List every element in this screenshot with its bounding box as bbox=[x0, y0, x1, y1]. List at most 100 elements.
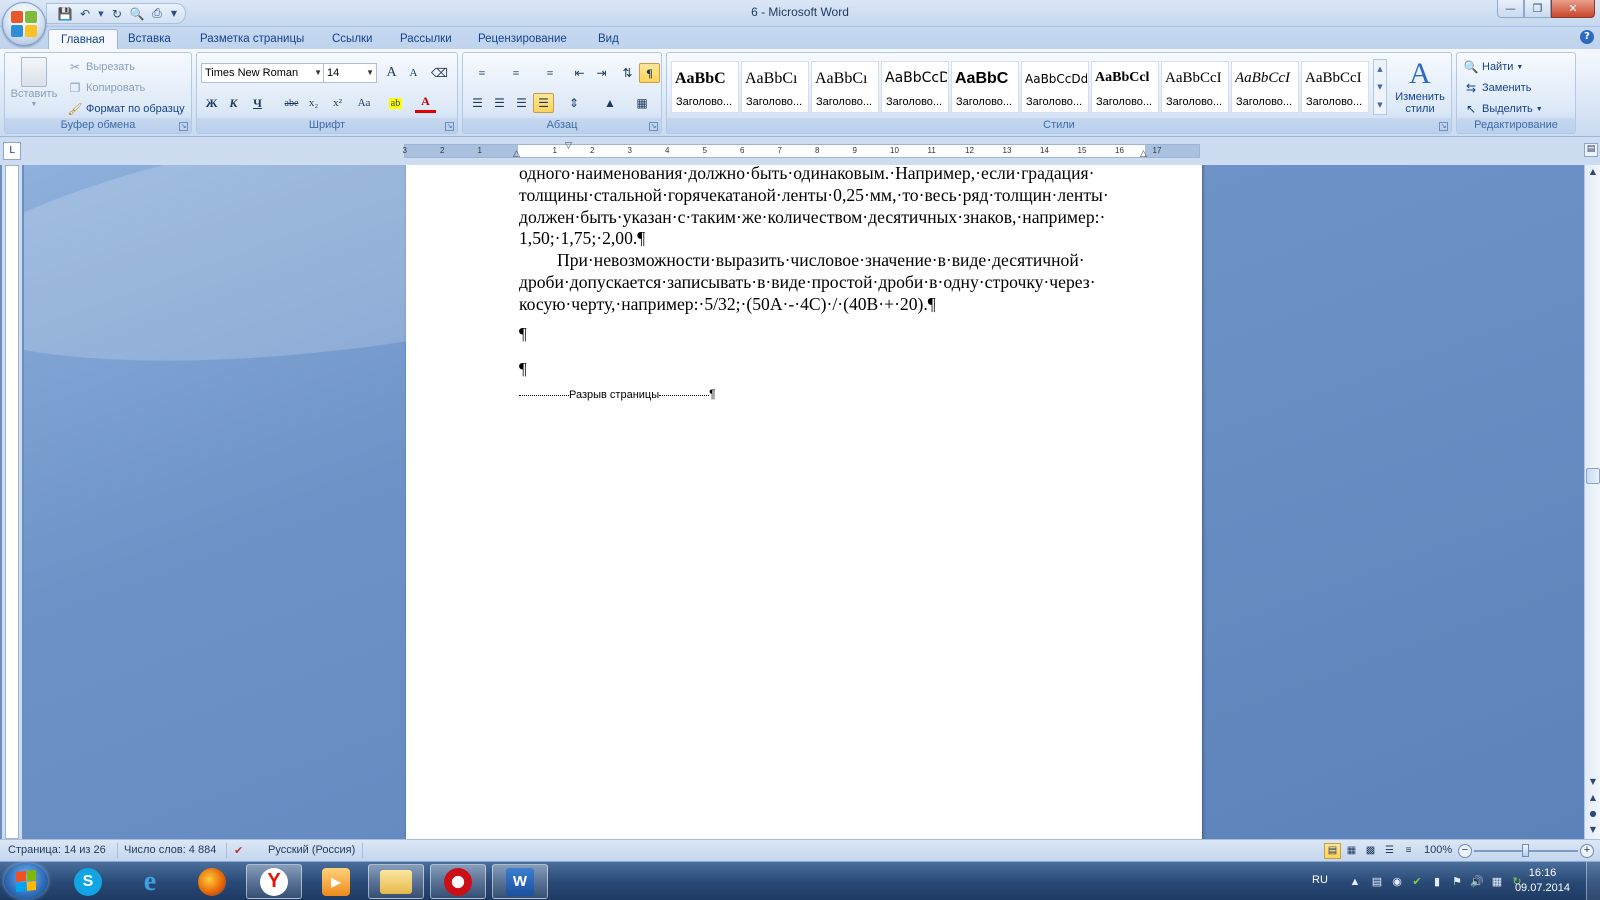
print-preview-icon[interactable]: 🔍 bbox=[129, 6, 145, 22]
shading-icon[interactable]: ▲ bbox=[595, 93, 625, 113]
find-button[interactable]: 🔍 Найти ▼ bbox=[1463, 59, 1524, 75]
network-icon[interactable]: ▦ bbox=[1490, 875, 1504, 889]
bold-button[interactable]: Ж bbox=[201, 93, 222, 113]
network-device-icon[interactable]: ▤ bbox=[1370, 875, 1384, 889]
style-tile[interactable]: AaBbCcI Заголово... bbox=[1231, 61, 1299, 113]
empty-paragraph[interactable]: ¶ bbox=[519, 316, 1145, 351]
document-body[interactable]: одного·наименования·должно·быть·одинаков… bbox=[519, 165, 1145, 386]
superscript-button[interactable]: x² bbox=[327, 93, 348, 113]
scroll-thumb[interactable] bbox=[1586, 468, 1600, 484]
outline-icon[interactable]: ☰ bbox=[1381, 843, 1398, 859]
highlight-icon[interactable]: ab bbox=[385, 93, 406, 113]
undo-dropdown-icon[interactable]: ▼ bbox=[97, 6, 105, 22]
taskbar-skype[interactable]: S bbox=[60, 864, 116, 899]
more-styles-icon[interactable]: ▼ bbox=[1374, 96, 1386, 114]
clear-format-icon[interactable]: ⌫ bbox=[429, 63, 450, 83]
customize-icon[interactable]: ▼ bbox=[169, 6, 179, 22]
zoom-slider-thumb[interactable] bbox=[1522, 844, 1529, 857]
office-button[interactable] bbox=[2, 2, 46, 46]
web-layout-icon[interactable]: ▩ bbox=[1362, 843, 1379, 859]
style-tile[interactable]: AaBbCcl Заголово... bbox=[1091, 61, 1159, 113]
action-center-icon[interactable]: ⚑ bbox=[1450, 875, 1464, 889]
right-indent-icon[interactable]: △ bbox=[1140, 149, 1147, 159]
paragraph[interactable]: одного·наименования·должно·быть·одинаков… bbox=[519, 165, 1145, 250]
subscript-button[interactable]: x₂ bbox=[303, 93, 324, 113]
language-indicator[interactable]: Русский (Россия) bbox=[268, 844, 355, 856]
font-color-button[interactable]: A bbox=[415, 93, 436, 113]
justify-icon[interactable]: ☰ bbox=[533, 93, 554, 113]
full-screen-reading-icon[interactable]: ▦ bbox=[1343, 843, 1360, 859]
line-spacing-icon[interactable]: ⇕ bbox=[559, 93, 589, 113]
undo-icon[interactable]: ↶ bbox=[77, 6, 93, 22]
numbering-icon[interactable]: ≡ bbox=[501, 63, 531, 83]
taskbar-ie[interactable]: e bbox=[122, 864, 178, 899]
minimize-button[interactable]: — bbox=[1497, 0, 1524, 18]
close-button[interactable]: ✕ bbox=[1551, 0, 1595, 18]
clipboard-launcher-icon[interactable]: ↘ bbox=[179, 122, 188, 131]
browse-object-icon[interactable]: ● bbox=[1586, 807, 1600, 821]
page-break[interactable]: Разрыв страницы ¶ bbox=[519, 387, 716, 401]
app-tray-icon[interactable]: ◉ bbox=[1390, 875, 1404, 889]
style-tile[interactable]: AaBbCcD Заголово... bbox=[881, 61, 949, 113]
scroll-up-icon[interactable]: ▲ bbox=[1586, 165, 1600, 179]
indent-marker-icon[interactable]: △ bbox=[513, 149, 520, 159]
first-line-indent-icon[interactable]: ▽ bbox=[565, 141, 572, 151]
shrink-font-button[interactable]: A bbox=[403, 63, 424, 83]
document-page[interactable]: одного·наименования·должно·быть·одинаков… bbox=[406, 165, 1202, 839]
taskbar-firefox[interactable] bbox=[184, 864, 240, 899]
view-ruler-icon[interactable]: ▤ bbox=[1584, 143, 1598, 157]
scroll-down-icon[interactable]: ▼ bbox=[1374, 78, 1386, 96]
taskbar-explorer[interactable] bbox=[368, 864, 424, 899]
change-styles-button[interactable]: A Изменить стили bbox=[1391, 57, 1449, 115]
paragraph-launcher-icon[interactable]: ↘ bbox=[649, 122, 658, 131]
style-tile[interactable]: AaBbC Заголово... bbox=[951, 61, 1019, 113]
page-count[interactable]: Страница: 14 из 26 bbox=[8, 844, 106, 856]
help-icon[interactable]: ? bbox=[1580, 30, 1594, 44]
save-icon[interactable]: 💾 bbox=[57, 6, 73, 22]
vertical-scrollbar[interactable]: ▲ ▼ ▲ ● ▼ bbox=[1584, 165, 1600, 839]
tab-home[interactable]: Главная bbox=[48, 29, 118, 49]
zoom-level[interactable]: 100% bbox=[1424, 844, 1452, 856]
taskbar-opera[interactable] bbox=[430, 864, 486, 899]
bullets-icon[interactable]: ≡ bbox=[467, 63, 497, 83]
grow-font-button[interactable]: A bbox=[381, 63, 402, 83]
paste-button[interactable]: Вставить ▼ bbox=[9, 57, 59, 108]
show-hidden-icons-icon[interactable]: ▲ bbox=[1348, 875, 1362, 889]
taskbar-yandex[interactable]: Y bbox=[246, 864, 302, 899]
horizontal-ruler[interactable]: 3 2 1 1 2 3 4 5 6 7 8 9 10 11 12 13 14 15 16 17 △ ▽ △ bbox=[403, 141, 1200, 159]
font-name-combo[interactable]: Times New Roman ▼ bbox=[201, 63, 325, 83]
style-tile[interactable]: AaBbCı Заголово... bbox=[741, 61, 809, 113]
scroll-up-icon[interactable]: ▲ bbox=[1374, 60, 1386, 78]
align-left-icon[interactable]: ☰ bbox=[467, 93, 488, 113]
format-painter-button[interactable]: 🖌 Формат по образцу bbox=[67, 101, 184, 117]
word-count[interactable]: Число слов: 4 884 bbox=[124, 844, 216, 856]
clock[interactable]: 16:16 09.07.2014 bbox=[1515, 866, 1570, 896]
volume-icon[interactable]: 🔊 bbox=[1470, 875, 1484, 889]
restore-button[interactable]: ❐ bbox=[1524, 0, 1551, 18]
quick-print-icon[interactable]: ⎙ bbox=[149, 6, 165, 22]
style-tile[interactable]: AaBbCcI Заголово... bbox=[1161, 61, 1229, 113]
print-layout-icon[interactable]: ▤ bbox=[1324, 843, 1341, 859]
replace-button[interactable]: ⇆ Заменить bbox=[1463, 80, 1531, 96]
style-tile[interactable]: AaBbC Заголово... bbox=[671, 61, 739, 113]
multilevel-list-icon[interactable]: ≡ bbox=[535, 63, 565, 83]
change-case-button[interactable]: Aa bbox=[351, 93, 377, 113]
underline-button[interactable]: Ч bbox=[247, 93, 268, 113]
font-size-combo[interactable]: 14 ▼ bbox=[323, 63, 377, 83]
scroll-down-icon[interactable]: ▼ bbox=[1586, 775, 1600, 789]
italic-button[interactable]: К bbox=[223, 93, 244, 113]
language-bar[interactable]: RU bbox=[1312, 874, 1328, 886]
show-marks-button[interactable]: ¶ bbox=[639, 63, 660, 83]
style-tile[interactable]: AaBbCcDd Заголово... bbox=[1021, 61, 1089, 113]
start-button[interactable] bbox=[4, 863, 48, 899]
cut-button[interactable]: ✂ Вырезать bbox=[67, 59, 135, 75]
tab-mailings[interactable]: Рассылки bbox=[388, 29, 464, 49]
zoom-out-icon[interactable]: − bbox=[1458, 844, 1472, 858]
style-tile[interactable]: AaBbCcI Заголово... bbox=[1301, 61, 1369, 113]
tab-references[interactable]: Ссылки bbox=[320, 29, 385, 49]
borders-icon[interactable]: ▦ bbox=[627, 93, 657, 113]
usb-icon[interactable]: ▮ bbox=[1430, 875, 1444, 889]
sort-icon[interactable]: ⇅ bbox=[617, 63, 638, 83]
tab-view[interactable]: Вид bbox=[586, 29, 631, 49]
empty-paragraph[interactable]: ¶ bbox=[519, 351, 1145, 386]
